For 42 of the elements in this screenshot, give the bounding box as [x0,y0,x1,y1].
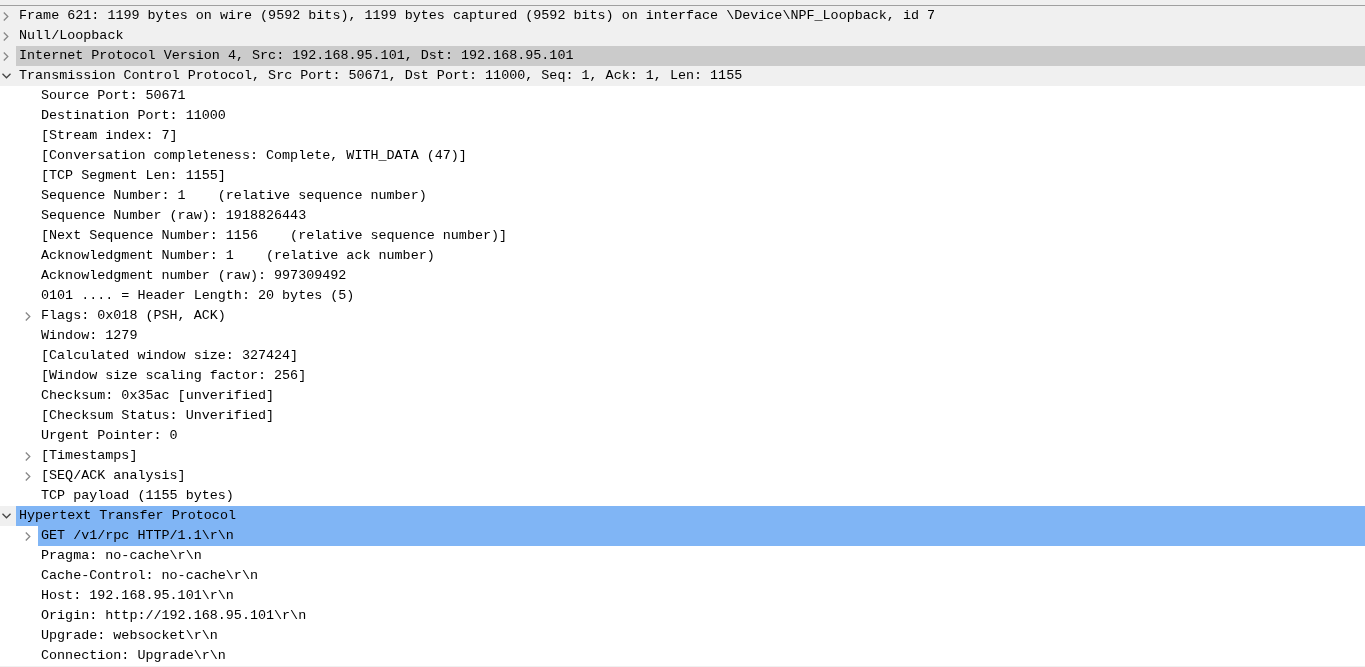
tree-item[interactable]: [Checksum Status: Unverified] [38,406,1365,426]
tree-item[interactable]: 0101 .... = Header Length: 20 bytes (5) [38,286,1365,306]
tree-item[interactable]: Cache-Control: no-cache\r\n [38,566,1365,586]
tree-item[interactable]: Hypertext Transfer Protocol [16,506,1365,526]
tree-item[interactable]: Origin: http://192.168.95.101\r\n [38,606,1365,626]
tree-item[interactable]: Urgent Pointer: 0 [38,426,1365,446]
tree-item[interactable]: Connection: Upgrade\r\n [38,646,1365,666]
tree-item[interactable]: TCP payload (1155 bytes) [38,486,1365,506]
chevron-right-icon[interactable] [25,471,31,481]
tree-item[interactable]: Sequence Number (raw): 1918826443 [38,206,1365,226]
chevron-down-icon[interactable] [2,73,11,79]
tree-item[interactable]: [Stream index: 7] [38,126,1365,146]
tree-item[interactable]: [TCP Segment Len: 1155] [38,166,1365,186]
tree-item[interactable]: GET /v1/rpc HTTP/1.1\r\n [38,526,1365,546]
chevron-right-icon[interactable] [3,51,9,61]
tree-item[interactable]: [Calculated window size: 327424] [38,346,1365,366]
tree-item[interactable]: [Timestamps] [38,446,1365,466]
tree-item[interactable]: Checksum: 0x35ac [unverified] [38,386,1365,406]
tree-item[interactable]: [Next Sequence Number: 1156 (relative sequence number)] [38,226,1365,246]
tree-item[interactable]: [Window size scaling factor: 256] [38,366,1365,386]
tree-item[interactable]: Window: 1279 [38,326,1365,346]
tree-item[interactable]: [SEQ/ACK analysis] [38,466,1365,486]
chevron-right-icon[interactable] [25,531,31,541]
chevron-right-icon[interactable] [3,31,9,41]
tree-item[interactable]: [Conversation completeness: Complete, WITH_DATA (47)] [38,146,1365,166]
tree-item[interactable]: Source Port: 50671 [38,86,1365,106]
tree-item[interactable]: Sequence Number: 1 (relative sequence number) [38,186,1365,206]
tree-item[interactable]: Upgrade: websocket\r\n [38,626,1365,646]
tree-item[interactable]: Acknowledgment number (raw): 997309492 [38,266,1365,286]
chevron-right-icon[interactable] [25,311,31,321]
chevron-right-icon[interactable] [25,451,31,461]
tree-item[interactable]: Pragma: no-cache\r\n [38,546,1365,566]
chevron-right-icon[interactable] [3,11,9,21]
tree-item[interactable]: Acknowledgment Number: 1 (relative ack number) [38,246,1365,266]
tree-item[interactable]: Null/Loopback [16,26,1365,46]
tree-item[interactable]: Flags: 0x018 (PSH, ACK) [38,306,1365,326]
tree-item[interactable]: Internet Protocol Version 4, Src: 192.168.95.101, Dst: 192.168.95.101 [16,46,1365,66]
tree-item[interactable]: Transmission Control Protocol, Src Port: 50671, Dst Port: 11000, Seq: 1, Ack: 1, Len: 1155 [16,66,1365,86]
tree-item[interactable]: Destination Port: 11000 [38,106,1365,126]
tree-item[interactable]: Frame 621: 1199 bytes on wire (9592 bits), 1199 bytes captured (9592 bits) on interface \Device\NPF_Loopback, id 7 [16,6,1365,26]
chevron-down-icon[interactable] [2,513,11,519]
tree-item[interactable]: Host: 192.168.95.101\r\n [38,586,1365,606]
